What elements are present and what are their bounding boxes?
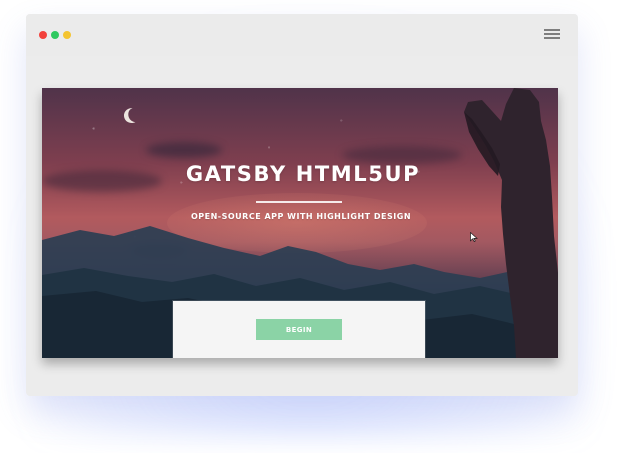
- screenshot-stage: GATSBY HTML5UP OPEN-SOURCE APP WITH HIGH…: [0, 0, 624, 453]
- title-divider: [256, 201, 342, 203]
- close-dot[interactable]: [39, 31, 47, 39]
- hamburger-menu-icon: [544, 37, 560, 39]
- hero-subtitle: OPEN-SOURCE APP WITH HIGHLIGHT DESIGN: [190, 212, 412, 221]
- page-title: GATSBY HTML5UP: [185, 162, 421, 186]
- browser-window: GATSBY HTML5UP OPEN-SOURCE APP WITH HIGH…: [26, 14, 578, 396]
- mouse-pointer-icon: [470, 232, 478, 242]
- cta-card: BEGIN: [173, 301, 425, 358]
- window-titlebar: [26, 14, 578, 56]
- hamburger-menu-button[interactable]: [544, 26, 562, 40]
- hamburger-menu-icon: [544, 33, 560, 35]
- minimize-dot[interactable]: [63, 31, 71, 39]
- hamburger-menu-icon: [544, 29, 560, 31]
- begin-button[interactable]: BEGIN: [256, 319, 342, 340]
- page-viewport: GATSBY HTML5UP OPEN-SOURCE APP WITH HIGH…: [42, 88, 558, 358]
- maximize-dot[interactable]: [51, 31, 59, 39]
